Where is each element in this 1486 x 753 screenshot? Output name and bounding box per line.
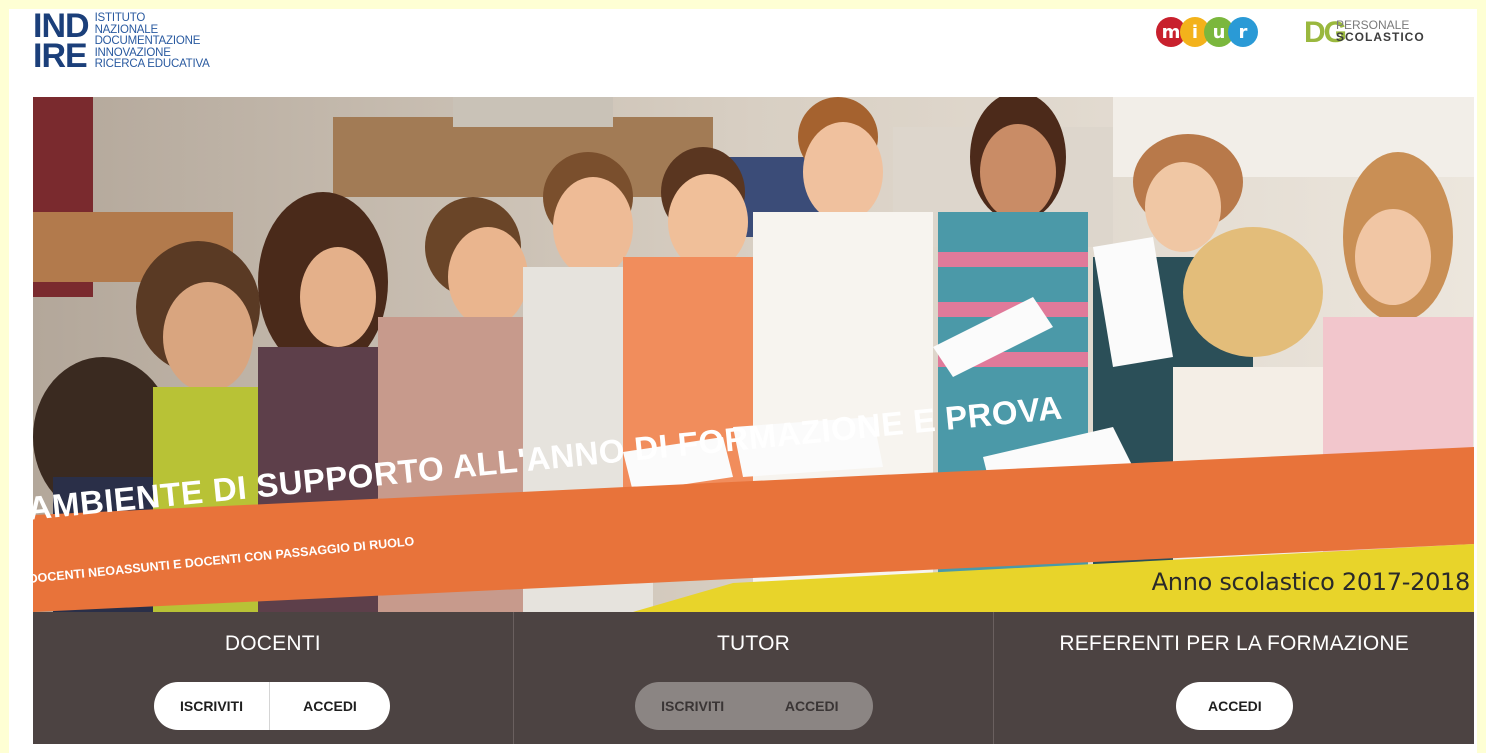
indire-logo-mark: IND IRE (33, 9, 90, 75)
tutor-accedi-button[interactable]: ACCEDI (751, 682, 873, 730)
docenti-iscriviti-button[interactable]: ISCRIVITI (154, 682, 269, 730)
panel-referenti: REFERENTI PER LA FORMAZIONE ACCEDI (993, 612, 1474, 744)
dg-personale-scolastico-logo[interactable]: DG PERSONALE SCOLASTICO (1304, 18, 1424, 48)
school-year: Anno scolastico 2017-2018 (1151, 568, 1471, 596)
indire-mark-bottom: IRE (33, 37, 88, 75)
indire-logo-text: ISTITUTO NAZIONALE DOCUMENTAZIONE INNOVA… (94, 12, 210, 71)
panel-tutor: TUTOR ISCRIVITI ACCEDI (512, 612, 994, 744)
docenti-button-group: ISCRIVITI ACCEDI (154, 682, 390, 730)
panel-title-tutor: TUTOR (717, 632, 790, 655)
panel-title-docenti: DOCENTI (224, 632, 321, 655)
indire-line: RICERCA EDUCATIVA (94, 58, 210, 70)
dg-text: PERSONALE SCOLASTICO (1336, 19, 1425, 43)
tutor-iscriviti-button[interactable]: ISCRIVITI (635, 682, 751, 730)
indire-line: ISTITUTO (94, 12, 146, 24)
hero-banner (33, 97, 1474, 612)
referenti-accedi-button[interactable]: ACCEDI (1176, 682, 1293, 730)
referenti-button-group: ACCEDI (1176, 682, 1294, 730)
indire-logo[interactable]: IND IRE ISTITUTO NAZIONALE DOCUMENTAZION… (33, 9, 210, 75)
panel-title-referenti: REFERENTI PER LA FORMAZIONE (1059, 632, 1409, 655)
indire-line: DOCUMENTAZIONE (94, 35, 201, 47)
dg-line2: SCOLASTICO (1336, 30, 1425, 44)
panel-docenti: DOCENTI ISCRIVITI ACCEDI (33, 612, 513, 744)
docenti-accedi-button[interactable]: ACCEDI (270, 682, 390, 730)
tutor-button-group: ISCRIVITI ACCEDI (634, 682, 873, 730)
role-panels: DOCENTI ISCRIVITI ACCEDI TUTOR ISCRIVITI… (33, 612, 1474, 744)
hero-photo (33, 97, 1474, 612)
miur-logo[interactable]: m i u r (1156, 17, 1258, 47)
miur-letter: r (1228, 17, 1258, 47)
